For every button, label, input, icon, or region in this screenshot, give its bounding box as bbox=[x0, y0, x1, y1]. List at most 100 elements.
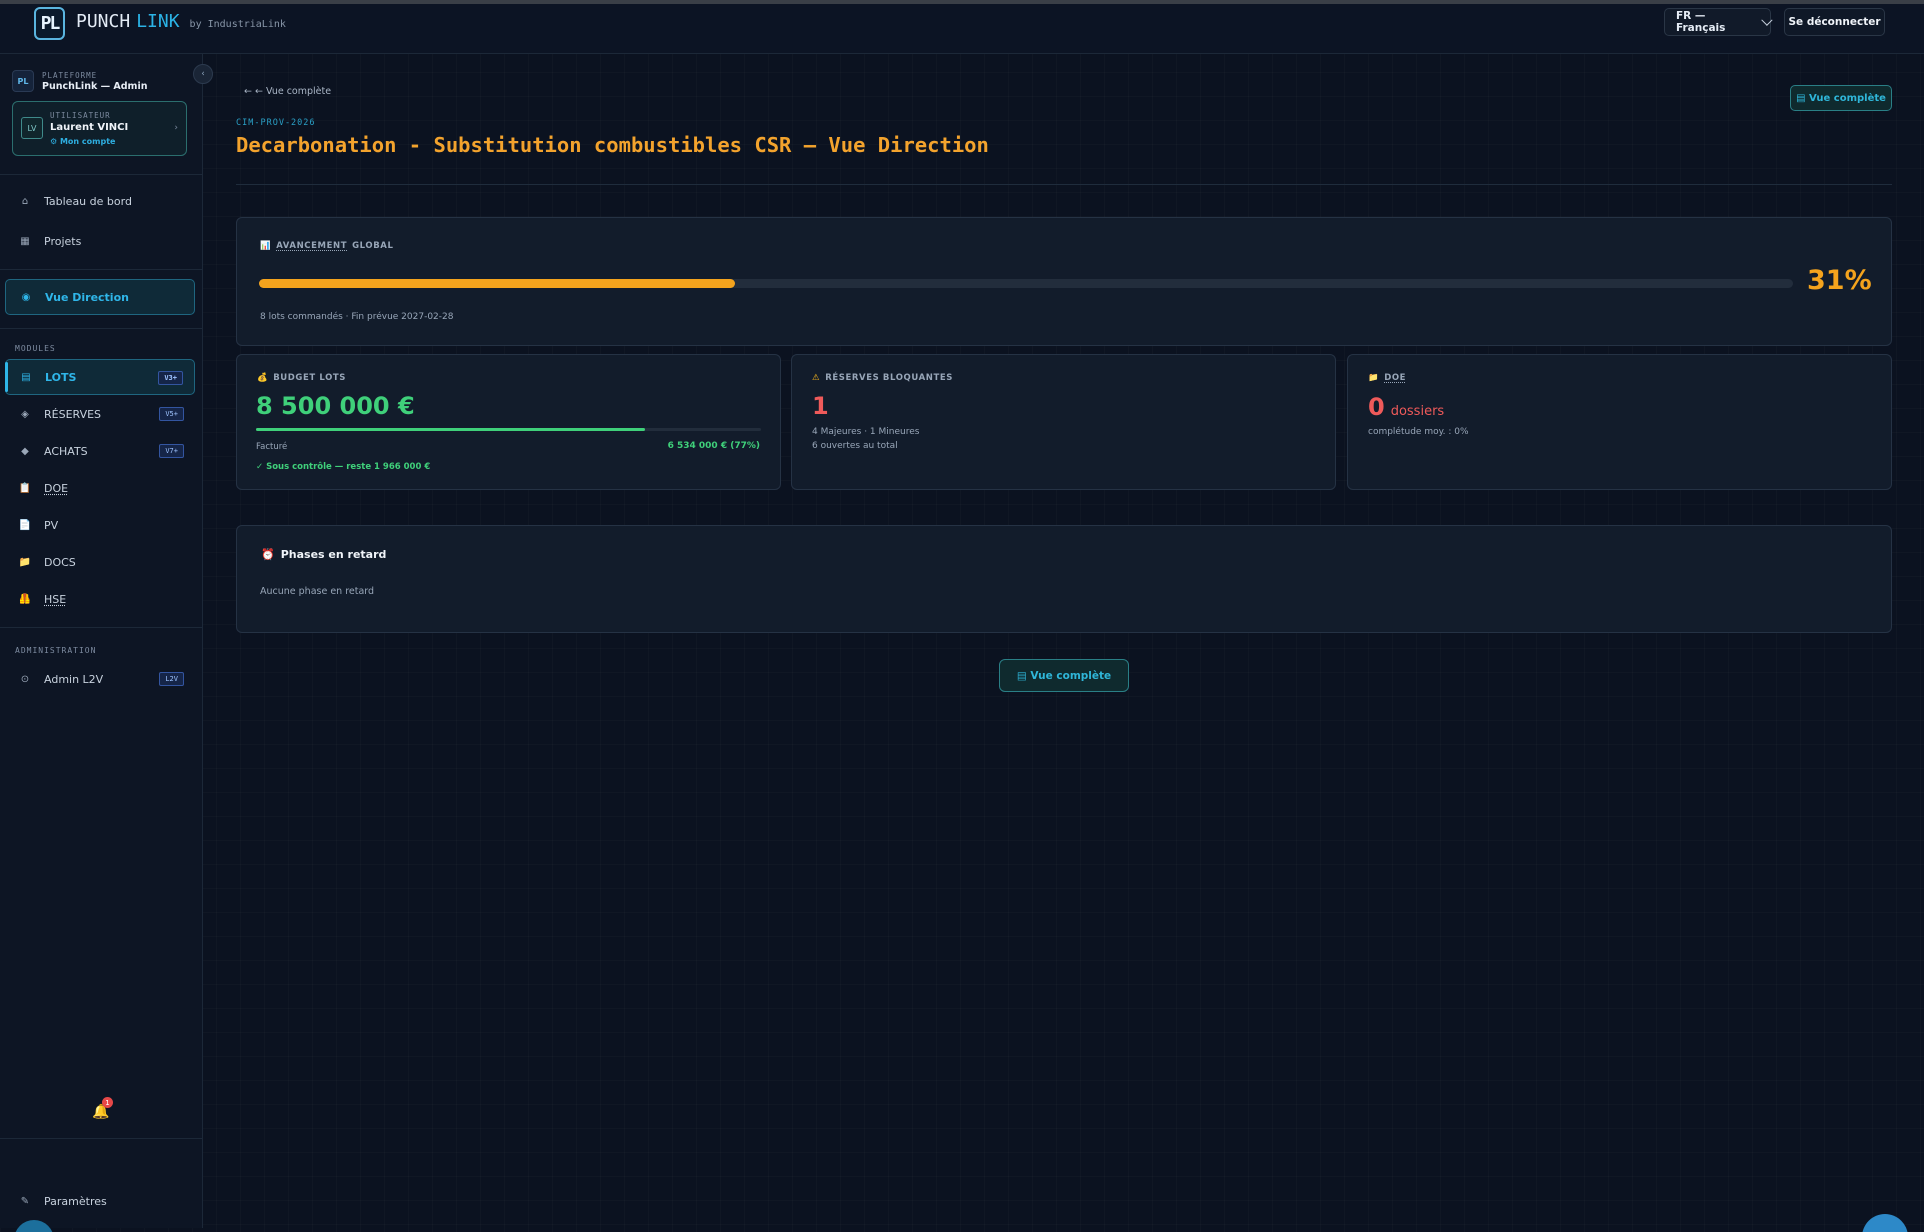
notification-badge: 1 bbox=[102, 1097, 113, 1108]
doe-label-text: DOE bbox=[1384, 373, 1407, 383]
page-title: Decarbonation - Substitution combustible… bbox=[236, 133, 989, 157]
clipboard-icon: 📋 bbox=[18, 482, 32, 494]
project-code: CIM-PROV-2026 bbox=[236, 118, 316, 128]
doe-label: 📁 DOE bbox=[1368, 373, 1406, 383]
warning-icon: ⚠ bbox=[812, 373, 821, 383]
doe-count-row: 0 dossiers bbox=[1368, 393, 1444, 421]
billed-label: Facturé bbox=[256, 442, 288, 452]
budget-bar-track bbox=[256, 428, 761, 431]
billed-value: 6 534 000 € (77%) bbox=[667, 441, 760, 451]
platform-block: PL PLATEFORME PunchLink — Admin bbox=[12, 70, 147, 92]
global-progress-card: 📊 AVANCEMENT GLOBAL 31% 8 lots commandés… bbox=[236, 217, 1892, 346]
document-icon: 📄 bbox=[18, 519, 32, 531]
sidebar-divider bbox=[0, 269, 203, 270]
reserves-open-total: 6 ouvertes au total bbox=[812, 441, 898, 451]
sidebar-item-achats[interactable]: ◆ ACHATS V7+ bbox=[5, 433, 195, 469]
progress-bar-fill bbox=[259, 279, 735, 288]
sidebar-item-settings[interactable]: ✎ Paramètres bbox=[5, 1183, 195, 1219]
sidebar-item-label: RÉSERVES bbox=[44, 407, 102, 421]
language-select-value: FR — Français bbox=[1676, 10, 1726, 34]
version-tag: V3+ bbox=[158, 371, 183, 385]
settings-circle-icon: ⊙ bbox=[20, 673, 30, 685]
brand-word-link: LINK bbox=[136, 11, 180, 32]
late-phases-title: Phases en retard bbox=[280, 548, 387, 561]
sidebar-item-label: DOE bbox=[44, 481, 69, 495]
sidebar-item-label: DOCS bbox=[44, 555, 76, 569]
reserves-severity: 4 Majeures · 1 Mineures bbox=[812, 427, 920, 437]
alarm-clock-icon: ⏰ bbox=[261, 548, 275, 561]
logout-button[interactable]: Se déconnecter bbox=[1784, 8, 1885, 36]
grid-icon: ▦ bbox=[20, 235, 30, 247]
doe-card: 📁 DOE 0 dossiers complétude moy. : 0% bbox=[1347, 354, 1892, 490]
reserves-count: 1 bbox=[812, 392, 829, 420]
reserves-label: ⚠ RÉSERVES BLOQUANTES bbox=[812, 373, 953, 383]
global-progress-label: 📊 AVANCEMENT GLOBAL bbox=[260, 241, 394, 251]
budget-label: 💰 BUDGET LOTS bbox=[257, 373, 346, 383]
chart-icon: 📊 bbox=[260, 241, 272, 251]
sidebar-item-label: LOTS bbox=[45, 370, 77, 384]
sidebar-item-doe[interactable]: 📋 DOE bbox=[5, 470, 195, 506]
sidebar-item-lots[interactable]: ▤ LOTS V3+ bbox=[5, 359, 195, 395]
blocking-reserves-card: ⚠ RÉSERVES BLOQUANTES 1 4 Majeures · 1 M… bbox=[791, 354, 1336, 490]
money-bag-icon: 💰 bbox=[257, 373, 269, 383]
budget-label-text: BUDGET LOTS bbox=[273, 373, 347, 383]
sidebar-item-docs[interactable]: 📁 DOCS bbox=[5, 544, 195, 580]
sidebar-divider bbox=[0, 174, 203, 175]
doe-unit: dossiers bbox=[1390, 404, 1445, 419]
platform-label: PLATEFORME bbox=[42, 70, 98, 80]
late-phases-title-row: ⏰ Phases en retard bbox=[261, 548, 386, 561]
progress-meta: 8 lots commandés · Fin prévue 2027-02-28 bbox=[260, 312, 454, 322]
doe-completion: complétude moy. : 0% bbox=[1368, 427, 1469, 437]
sidebar-item-reserves[interactable]: ◈ RÉSERVES V5+ bbox=[5, 396, 195, 432]
sidebar-item-label: Tableau de bord bbox=[44, 194, 132, 208]
brand-word-punch: PUNCH bbox=[76, 11, 131, 32]
language-select[interactable]: FR — Français bbox=[1664, 8, 1772, 36]
full-view-button-bottom[interactable]: ▤ Vue complète bbox=[999, 659, 1129, 692]
progress-label-word1: AVANCEMENT bbox=[276, 241, 348, 251]
sidebar-item-projects[interactable]: ▦ Projets bbox=[5, 223, 195, 259]
sidebar-divider bbox=[0, 1138, 203, 1139]
modules-section-label: MODULES bbox=[15, 344, 56, 353]
avatar: LV bbox=[21, 117, 43, 139]
doe-count: 0 bbox=[1368, 393, 1385, 421]
user-card[interactable]: LV UTILISATEUR Laurent VINCI ⚙ Mon compt… bbox=[12, 101, 187, 156]
chevron-down-icon bbox=[1760, 14, 1772, 26]
pencil-icon: ✎ bbox=[20, 1195, 30, 1207]
version-tag: L2V bbox=[159, 672, 184, 686]
floating-action-button-right[interactable] bbox=[1862, 1214, 1908, 1232]
sidebar-item-dashboard[interactable]: ⌂ Tableau de bord bbox=[5, 183, 195, 219]
platform-value: PunchLink — Admin bbox=[42, 80, 148, 92]
progress-percent: 31% bbox=[1807, 265, 1872, 296]
platform-badge: PL bbox=[12, 70, 34, 92]
full-view-button-top[interactable]: ▤ Vue complète bbox=[1790, 85, 1892, 111]
version-tag: V5+ bbox=[159, 407, 184, 421]
diamond-icon: ◆ bbox=[21, 445, 29, 457]
sidebar-collapse-button[interactable]: ‹ bbox=[193, 64, 213, 84]
progress-bar-track bbox=[259, 279, 1793, 288]
sidebar-item-label: Vue Direction bbox=[45, 290, 129, 304]
sidebar-item-pv[interactable]: 📄 PV bbox=[5, 507, 195, 543]
sidebar-item-label: ACHATS bbox=[44, 444, 88, 458]
sidebar-item-hse[interactable]: 🦺 HSE bbox=[5, 581, 195, 617]
budget-lots-card: 💰 BUDGET LOTS 8 500 000 € Facturé 6 534 … bbox=[236, 354, 781, 490]
folder-icon: 📁 bbox=[18, 556, 32, 568]
user-label: UTILISATEUR bbox=[50, 111, 111, 120]
sidebar-divider bbox=[0, 328, 203, 329]
app-header: PL PUNCH LINK by IndustriaLink FR — Fran… bbox=[0, 4, 1924, 54]
my-account-link[interactable]: ⚙ Mon compte bbox=[50, 137, 115, 146]
sidebar-item-admin-l2v[interactable]: ⊙ Admin L2V L2V bbox=[5, 661, 195, 697]
budget-status: ✓ Sous contrôle — reste 1 966 000 € bbox=[256, 462, 431, 472]
budget-bar-fill bbox=[256, 428, 645, 431]
late-phases-card: ⏰ Phases en retard Aucune phase en retar… bbox=[236, 525, 1892, 633]
brand-name: PUNCH LINK by IndustriaLink bbox=[76, 11, 286, 37]
logo-icon[interactable]: PL bbox=[34, 7, 65, 40]
back-link[interactable]: ← ← Vue complète bbox=[244, 86, 331, 97]
late-phases-empty: Aucune phase en retard bbox=[260, 586, 375, 597]
progress-label-word2: GLOBAL bbox=[352, 241, 394, 251]
sidebar-divider bbox=[0, 627, 203, 628]
safety-vest-icon: 🦺 bbox=[18, 593, 32, 605]
sidebar: ‹ PL PLATEFORME PunchLink — Admin LV UTI… bbox=[0, 54, 213, 1228]
sidebar-item-direction-view[interactable]: ◉ Vue Direction bbox=[5, 279, 195, 315]
administration-section-label: ADMINISTRATION bbox=[15, 646, 97, 655]
sidebar-item-label: HSE bbox=[44, 592, 67, 606]
